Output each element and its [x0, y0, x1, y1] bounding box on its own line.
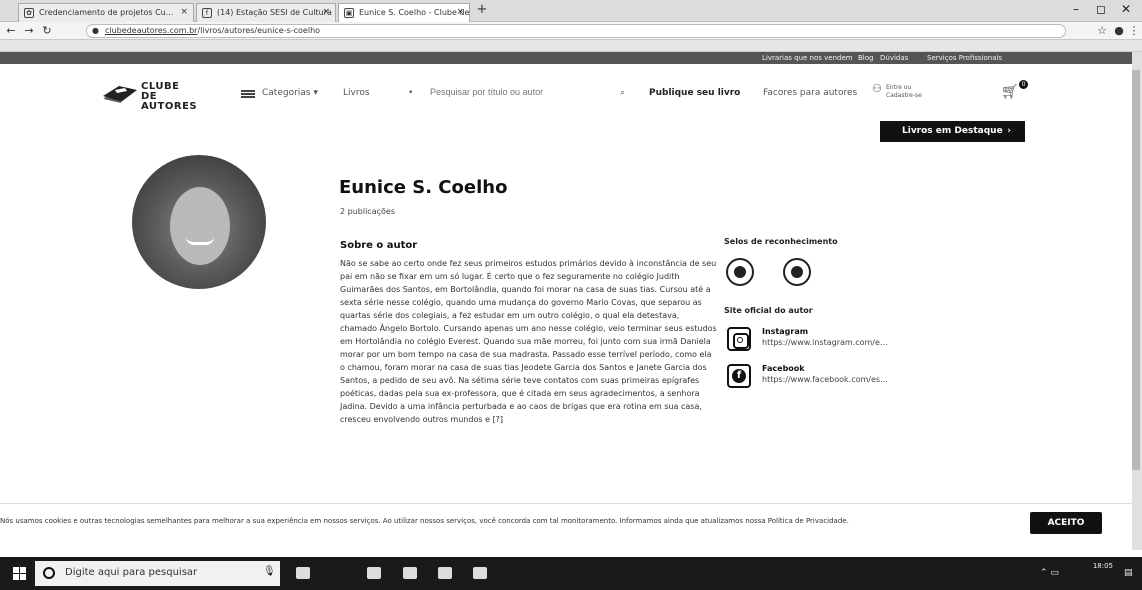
close-tab-icon[interactable]: × [322, 4, 330, 21]
close-window-button[interactable]: ✕ [1113, 2, 1139, 16]
link-blog[interactable]: Blog [858, 52, 873, 64]
lock-icon: ● [92, 26, 99, 35]
cart-count-badge: 0 [1019, 80, 1028, 89]
forward-icon[interactable]: → [22, 24, 36, 37]
close-tab-icon[interactable]: × [180, 4, 188, 21]
about-title: Sobre o autor [340, 240, 418, 251]
hamburger-icon[interactable] [241, 90, 255, 98]
chrome-icon[interactable] [473, 567, 487, 579]
mail-icon[interactable] [438, 567, 452, 579]
cookie-text: Nós usamos cookies e outras tecnologias … [0, 517, 849, 525]
back-icon[interactable]: ← [4, 24, 18, 37]
windows-start-icon[interactable] [13, 567, 26, 580]
browser-tab-credenciamento[interactable]: ✿ Credenciamento de projetos Cu... × [18, 3, 194, 22]
instagram-label[interactable]: Instagram [762, 327, 808, 336]
seal-badge-icon[interactable] [726, 258, 754, 286]
browser-tab-bar: ✿ Credenciamento de projetos Cu... × f (… [0, 0, 1142, 22]
cart-icon[interactable]: 🛒︎ [1001, 84, 1019, 100]
books-dropdown[interactable]: Livros [343, 88, 370, 98]
taskbar-clock[interactable]: 18:05 [1075, 561, 1113, 571]
seals-title: Selos de reconhecimento [724, 237, 838, 246]
facebook-favicon-icon: f [202, 8, 212, 18]
menu-icon[interactable]: ⋮ [1127, 24, 1141, 37]
instagram-url[interactable]: https://www.instagram.com/e... [762, 338, 888, 347]
url-host: clubedeautores.com.br [105, 26, 198, 35]
clube-favicon-icon: ▣ [344, 8, 354, 18]
categories-dropdown[interactable]: Categorias ▾ [262, 88, 318, 98]
user-icon: ⚇ [872, 82, 882, 95]
close-tab-icon[interactable]: × [456, 4, 464, 21]
link-duvidas[interactable]: Dúvidas [880, 52, 908, 64]
facebook-icon[interactable]: f [727, 364, 751, 388]
notifications-icon[interactable]: ▤ [1124, 568, 1133, 578]
cookie-banner: Nós usamos cookies e outras tecnologias … [0, 503, 1132, 549]
author-avatar [132, 155, 266, 289]
facebook-url[interactable]: https://www.facebook.com/es... [762, 375, 888, 384]
facebook-label[interactable]: Facebook [762, 364, 805, 373]
for-authors-link[interactable]: Facores para autores [763, 88, 857, 98]
new-tab-button[interactable]: + [473, 3, 491, 19]
cortana-icon [43, 567, 55, 579]
url-input[interactable]: ● clubedeautores.com.br/livros/autores/e… [86, 24, 1066, 38]
windows-taskbar: Digite aqui para pesquisar 🎙︎ ⌃ ▭ 18:05 … [0, 557, 1142, 590]
browser-tab-estacao-sesi[interactable]: f (14) Estação SESI de Cultura das... × [196, 3, 336, 22]
site-title: Site oficial do autor [724, 306, 813, 315]
search-icon[interactable]: ⌕ [620, 88, 625, 98]
featured-books-button[interactable]: Livros em Destaque › [880, 121, 1025, 142]
url-path: /livros/autores/eunice-s-coelho [197, 26, 321, 35]
accept-cookies-button[interactable]: ACEITO [1030, 512, 1102, 534]
maximize-button[interactable]: ◻ [1088, 2, 1114, 16]
tab-title: Credenciamento de projetos Cu... [39, 8, 174, 17]
profile-icon[interactable]: ● [1112, 24, 1126, 37]
taskbar-search-placeholder: Digite aqui para pesquisar [65, 567, 198, 578]
page-scrollbar[interactable] [1132, 52, 1142, 550]
author-bio: Não se sabe ao certo onde fez seus prime… [340, 259, 717, 424]
file-explorer-icon[interactable] [367, 567, 381, 579]
reload-icon[interactable]: ↻ [40, 24, 54, 37]
publish-link[interactable]: Publique seu livro [649, 88, 740, 98]
bookmark-star-icon[interactable]: ☆ [1095, 24, 1109, 37]
store-icon[interactable] [403, 567, 417, 579]
taskbar-search-input[interactable]: Digite aqui para pesquisar 🎙︎ [35, 561, 280, 586]
network-icon[interactable]: ⌃ ▭ [1040, 568, 1059, 578]
tab-favicon-icon: ✿ [24, 8, 34, 18]
chevron-right-icon: › [1007, 126, 1011, 136]
clube-de-autores-logo[interactable]: CLUBE DE AUTORES [101, 80, 197, 112]
link-livrarias[interactable]: Livrarias que nos vendem [762, 52, 853, 64]
top-promo-bar: Livrarias que nos vendem Blog Dúvidas Se… [0, 52, 1132, 64]
instagram-icon[interactable] [727, 327, 751, 351]
browser-tab-eunice[interactable]: ▣ Eunice S. Coelho - Clube de Aut... × [338, 3, 470, 22]
login-link[interactable]: ⚇ Entre ou Cadastre-se [872, 83, 922, 100]
address-bar-row: ← → ↻ ● clubedeautores.com.br/livros/aut… [0, 22, 1142, 40]
dropdown-bullet-icon: • [408, 88, 414, 98]
microphone-icon[interactable]: 🎙︎ [263, 566, 276, 577]
seal-badge-icon[interactable] [783, 258, 811, 286]
tab-title: (14) Estação SESI de Cultura das... [217, 8, 335, 17]
bookmarks-bar [0, 40, 1142, 52]
minimize-button[interactable]: – [1063, 2, 1089, 16]
link-servicos[interactable]: Serviços Profissionais [927, 52, 1002, 64]
task-view-icon[interactable] [296, 567, 310, 579]
scrollbar-thumb[interactable] [1132, 70, 1140, 470]
featured-books-label: Livros em Destaque [902, 126, 1003, 136]
logo-text: CLUBE DE AUTORES [141, 81, 198, 112]
tab-title: Eunice S. Coelho - Clube de Aut... [359, 8, 470, 17]
book-logo-icon [103, 86, 137, 103]
publications-count: 2 publicações [340, 207, 395, 216]
author-name: Eunice S. Coelho [339, 177, 508, 198]
